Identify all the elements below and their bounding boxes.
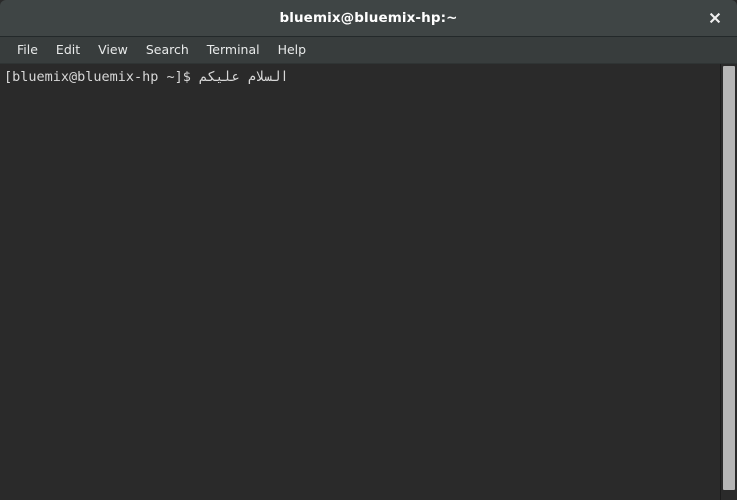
menu-item-view[interactable]: View xyxy=(89,39,137,61)
titlebar: bluemix@bluemix-hp:~ xyxy=(0,0,737,37)
terminal-line: [bluemix@bluemix-hp ~]$ السلام عليكم xyxy=(4,69,716,86)
window-title: bluemix@bluemix-hp:~ xyxy=(279,10,458,26)
menubar: File Edit View Search Terminal Help xyxy=(0,37,737,64)
menu-item-edit[interactable]: Edit xyxy=(47,39,89,61)
menu-item-help[interactable]: Help xyxy=(269,39,316,61)
menu-item-file[interactable]: File xyxy=(8,39,47,61)
scrollbar-thumb[interactable] xyxy=(723,66,735,490)
menu-item-search[interactable]: Search xyxy=(137,39,198,61)
terminal-output[interactable]: [bluemix@bluemix-hp ~]$ السلام عليكم xyxy=(0,64,720,500)
menu-item-terminal[interactable]: Terminal xyxy=(198,39,269,61)
terminal-area[interactable]: [bluemix@bluemix-hp ~]$ السلام عليكم xyxy=(0,64,737,500)
close-icon[interactable] xyxy=(703,6,727,30)
terminal-scrollbar[interactable] xyxy=(720,64,737,500)
shell-prompt: [bluemix@bluemix-hp ~]$ xyxy=(4,69,200,85)
terminal-window: bluemix@bluemix-hp:~ File Edit View Sear… xyxy=(0,0,737,500)
terminal-command-text: السلام عليكم xyxy=(199,69,289,85)
